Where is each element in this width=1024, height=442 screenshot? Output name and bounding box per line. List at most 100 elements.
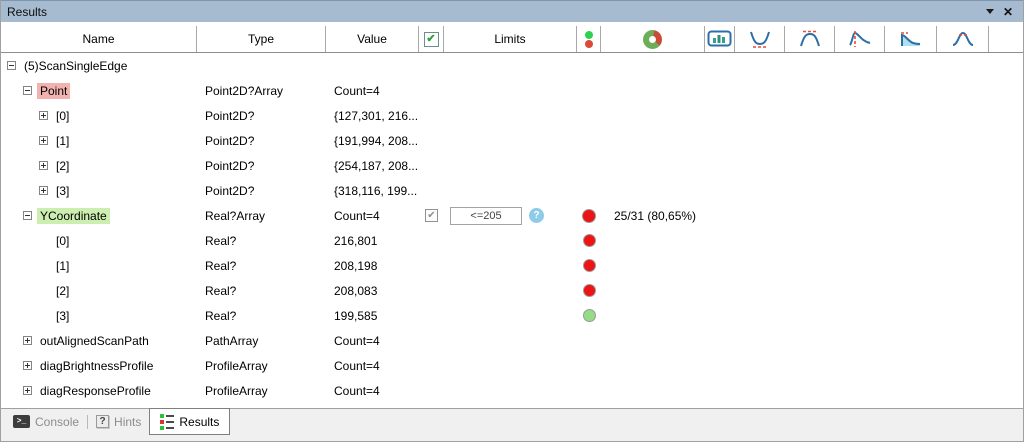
tab-results[interactable]: Results: [149, 408, 230, 435]
limit-enable-cell: ✔: [419, 203, 444, 228]
limit-expression-input[interactable]: [450, 207, 522, 225]
tree-name-cell: [0]: [1, 228, 197, 253]
collapse-icon[interactable]: [7, 61, 16, 70]
collapse-icon[interactable]: [23, 86, 32, 95]
expand-icon[interactable]: [39, 111, 48, 120]
value-cell: 216,801: [326, 228, 419, 253]
tree-name-cell: [2]: [1, 153, 197, 178]
tree-row[interactable]: PointPoint2D?ArrayCount=4: [1, 78, 1023, 103]
limit-enable-cell: [419, 53, 444, 78]
value-cell: Count=4: [326, 203, 419, 228]
tree-row[interactable]: outAlignedScanPathPathArrayCount=4: [1, 328, 1023, 353]
tree-node-label[interactable]: [2]: [53, 283, 72, 299]
value-cell: {127,301, 216...: [326, 103, 419, 128]
value-cell: 208,083: [326, 278, 419, 303]
column-header-statistics[interactable]: [601, 26, 705, 52]
limits-cell: [444, 78, 577, 103]
tree-row[interactable]: [1]Point2D?{191,994, 208...: [1, 128, 1023, 153]
tree-row[interactable]: [0]Real?216,801: [1, 228, 1023, 253]
column-header-valley-fit[interactable]: [735, 26, 785, 52]
column-header-empty: [989, 26, 1023, 52]
pass-fail-cell: [577, 228, 601, 253]
tab-console[interactable]: >_ Console: [5, 409, 87, 434]
expand-icon[interactable]: [23, 336, 32, 345]
tree-row[interactable]: (5)ScanSingleEdge: [1, 53, 1023, 78]
limit-enabled-checkbox[interactable]: ✔: [425, 209, 438, 222]
tree-node-label[interactable]: [1]: [53, 133, 72, 149]
limits-cell: [444, 53, 577, 78]
limits-cell: [444, 278, 577, 303]
tree-node-label[interactable]: [1]: [53, 258, 72, 274]
tree-node-label[interactable]: [0]: [53, 233, 72, 249]
limit-enable-cell: [419, 128, 444, 153]
pass-ratio-stats: 25/31 (80,65%): [601, 203, 1023, 228]
column-header-limits[interactable]: Limits: [444, 26, 577, 52]
expand-icon[interactable]: [23, 386, 32, 395]
limits-cell: [444, 253, 577, 278]
tree-node-label[interactable]: [0]: [53, 108, 72, 124]
column-header-name[interactable]: Name: [1, 26, 197, 52]
tree-row[interactable]: [2]Real?208,083: [1, 278, 1023, 303]
tree-row[interactable]: diagBrightnessProfileProfileArrayCount=4: [1, 353, 1023, 378]
tree-row[interactable]: [0]Point2D?{127,301, 216...: [1, 103, 1023, 128]
column-header-enable-limits[interactable]: ✔: [419, 26, 444, 52]
limit-enable-cell: [419, 278, 444, 303]
column-header-type[interactable]: Type: [197, 26, 326, 52]
panel-menu-button[interactable]: [981, 4, 999, 20]
column-header-peak-marker[interactable]: [835, 26, 885, 52]
pass-fail-cell: [577, 353, 601, 378]
tree-name-cell: [3]: [1, 178, 197, 203]
pass-ratio-stats: [601, 303, 1023, 328]
tree-row[interactable]: [2]Point2D?{254,187, 208...: [1, 153, 1023, 178]
collapse-icon[interactable]: [23, 211, 32, 220]
column-header-value[interactable]: Value: [326, 26, 419, 52]
tree-row[interactable]: diagResponseProfileProfileArrayCount=4: [1, 378, 1023, 403]
fail-status-dot: [583, 284, 596, 297]
limit-enable-cell: [419, 303, 444, 328]
tree-node-label[interactable]: [3]: [53, 183, 72, 199]
tree-name-cell: diagBrightnessProfile: [1, 353, 197, 378]
tree-name-cell: outAlignedScanPath: [1, 328, 197, 353]
panel-titlebar: Results ✕: [1, 0, 1023, 22]
column-header-pass-fail[interactable]: [577, 26, 601, 52]
tree-name-cell: [1]: [1, 128, 197, 153]
expand-icon[interactable]: [39, 161, 48, 170]
pass-ratio-stats: [601, 278, 1023, 303]
curve-decay-filled-icon: [898, 30, 924, 48]
limit-enable-cell: [419, 103, 444, 128]
tree-node-label[interactable]: Point: [37, 83, 70, 99]
column-header-bell-fit[interactable]: [937, 26, 989, 52]
tree-node-label[interactable]: [3]: [53, 308, 72, 324]
tree-node-label[interactable]: outAlignedScanPath: [37, 333, 152, 349]
column-header-hill-fit[interactable]: [785, 26, 835, 52]
tab-hints[interactable]: ? Hints: [88, 409, 149, 434]
pass-fail-cell: [577, 128, 601, 153]
column-header-histogram[interactable]: [705, 26, 735, 52]
tree-node-label[interactable]: diagResponseProfile: [37, 383, 154, 399]
value-cell: Count=4: [326, 378, 419, 403]
tree-name-cell: [0]: [1, 103, 197, 128]
limits-cell: [444, 178, 577, 203]
tree-row[interactable]: YCoordinateReal?ArrayCount=4✔?25/31 (80,…: [1, 203, 1023, 228]
pass-fail-cell: [577, 378, 601, 403]
limits-cell: [444, 328, 577, 353]
expand-icon[interactable]: [23, 361, 32, 370]
tree-row[interactable]: [3]Point2D?{318,116, 199...: [1, 178, 1023, 203]
tree-node-label[interactable]: diagBrightnessProfile: [37, 358, 156, 374]
curve-peak-marker-icon: [847, 30, 873, 48]
tree-node-label[interactable]: [2]: [53, 158, 72, 174]
tree-node-label[interactable]: (5)ScanSingleEdge: [21, 58, 130, 74]
column-header-decay-area[interactable]: [885, 26, 937, 52]
pass-ratio-stats: [601, 153, 1023, 178]
panel-close-button[interactable]: ✕: [999, 4, 1017, 20]
expand-icon[interactable]: [39, 186, 48, 195]
value-cell: {318,116, 199...: [326, 178, 419, 203]
value-cell: 199,585: [326, 303, 419, 328]
tree-row[interactable]: [1]Real?208,198: [1, 253, 1023, 278]
help-icon[interactable]: ?: [529, 208, 544, 223]
tree-row[interactable]: [3]Real?199,585: [1, 303, 1023, 328]
expand-icon[interactable]: [39, 136, 48, 145]
pass-fail-cell: [577, 103, 601, 128]
tree-node-label[interactable]: YCoordinate: [37, 208, 110, 224]
limit-enable-cell: [419, 78, 444, 103]
